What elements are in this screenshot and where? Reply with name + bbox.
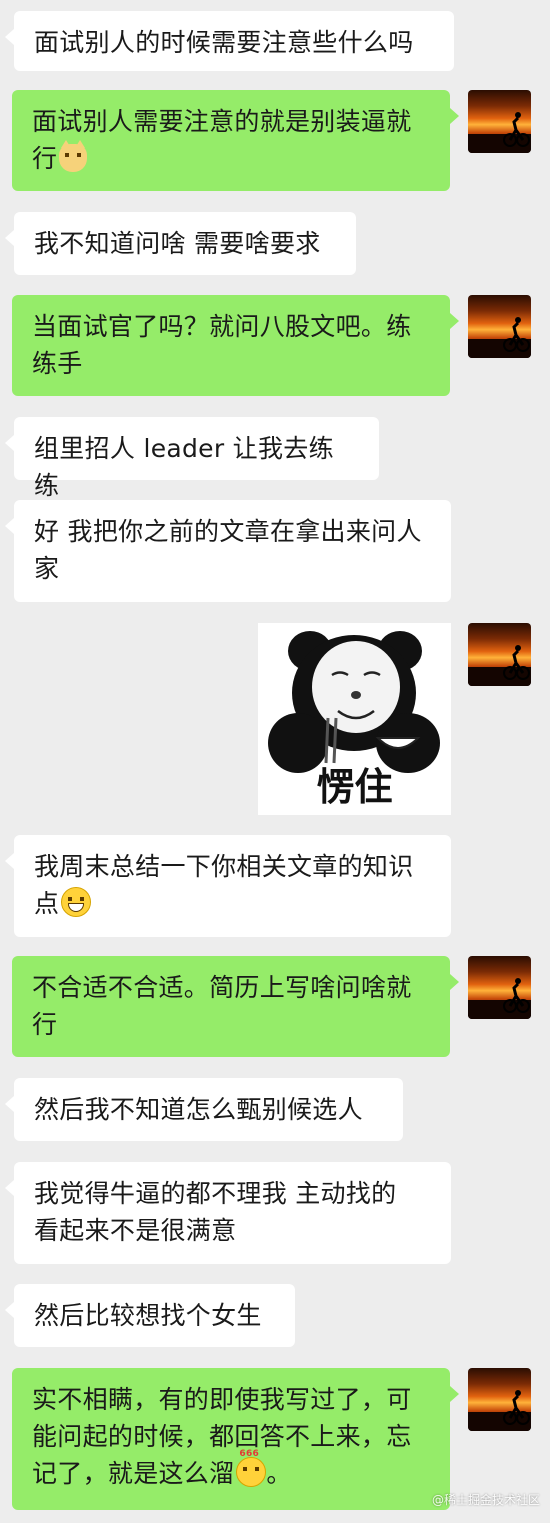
outgoing-message[interactable]: 不合适不合适。简历上写啥问啥就 行 xyxy=(12,956,459,1057)
incoming-message[interactable]: 我不知道问啥 需要啥要求 xyxy=(5,212,356,275)
outgoing-message[interactable]: 实不相瞒，有的即使我写过了，可 能问起的时候，都回答不上来，忘 记了，就是这么溜… xyxy=(12,1368,459,1510)
sticker-caption: 愣住 xyxy=(316,765,393,809)
outgoing-message[interactable]: 面试别人需要注意的就是别装逼就 行 xyxy=(12,90,459,191)
message-text: 点 xyxy=(34,889,60,918)
message-text: 我不知道问啥 需要啥要求 xyxy=(34,229,321,258)
outgoing-message[interactable]: 当面试官了吗？就问八股文吧。练 练手 xyxy=(12,295,459,396)
incoming-message[interactable]: 然后比较想找个女生 xyxy=(5,1284,295,1347)
message-text: 我觉得牛逼的都不理我 主动找的 xyxy=(34,1179,397,1208)
message-text: 我周末总结一下你相关文章的知识 xyxy=(34,852,414,881)
avatar[interactable] xyxy=(468,90,531,153)
message-text: 家 xyxy=(34,554,60,583)
watermark: @稀土掘金技术社区 xyxy=(432,1493,541,1507)
incoming-message[interactable]: 好 我把你之前的文章在拿出来问人 家 xyxy=(5,500,451,602)
message-text: 组里招人 leader 让我去练练 xyxy=(34,434,334,500)
avatar[interactable] xyxy=(468,295,531,358)
incoming-message[interactable]: 然后我不知道怎么甄别候选人 xyxy=(5,1078,403,1141)
message-text: 然后我不知道怎么甄别候选人 xyxy=(34,1095,363,1124)
incoming-message[interactable]: 我觉得牛逼的都不理我 主动找的 看起来不是很满意 xyxy=(5,1162,451,1264)
panda-meme-image xyxy=(268,631,440,773)
message-text: 。 xyxy=(266,1459,292,1488)
cat-face-icon xyxy=(59,140,88,172)
message-text: 然后比较想找个女生 xyxy=(34,1301,262,1330)
message-text: 看起来不是很满意 xyxy=(34,1216,237,1245)
incoming-message[interactable]: 组里招人 leader 让我去练练 xyxy=(5,417,379,500)
message-text: 当面试官了吗？就问八股文吧。练 xyxy=(32,312,412,341)
message-text: 面试别人的时候需要注意些什么吗 xyxy=(34,28,414,57)
emoji-666-label: 666 xyxy=(239,1449,260,1459)
incoming-message[interactable]: 我周末总结一下你相关文章的知识 点 xyxy=(5,835,451,937)
grinning-face-icon xyxy=(61,887,92,917)
message-text: 实不相瞒，有的即使我写过了，可 xyxy=(32,1385,412,1414)
avatar[interactable] xyxy=(468,956,531,1019)
message-text: 记了，就是这么溜 xyxy=(32,1459,235,1488)
message-text: 行 xyxy=(32,1010,58,1039)
message-text: 练手 xyxy=(32,349,83,378)
avatar[interactable] xyxy=(468,623,531,686)
panda-sticker[interactable]: 愣住 xyxy=(258,623,451,815)
666-emoji-icon: 666 xyxy=(236,1449,267,1487)
message-text: 能问起的时候，都回答不上来，忘 xyxy=(32,1422,412,1451)
message-text: 行 xyxy=(32,144,58,173)
incoming-message[interactable]: 面试别人的时候需要注意些什么吗 xyxy=(5,11,454,71)
avatar[interactable] xyxy=(468,1368,531,1431)
message-text: 不合适不合适。简历上写啥问啥就 xyxy=(32,973,412,1002)
message-text: 好 我把你之前的文章在拿出来问人 xyxy=(34,517,422,546)
message-text: 面试别人需要注意的就是别装逼就 xyxy=(32,107,412,136)
